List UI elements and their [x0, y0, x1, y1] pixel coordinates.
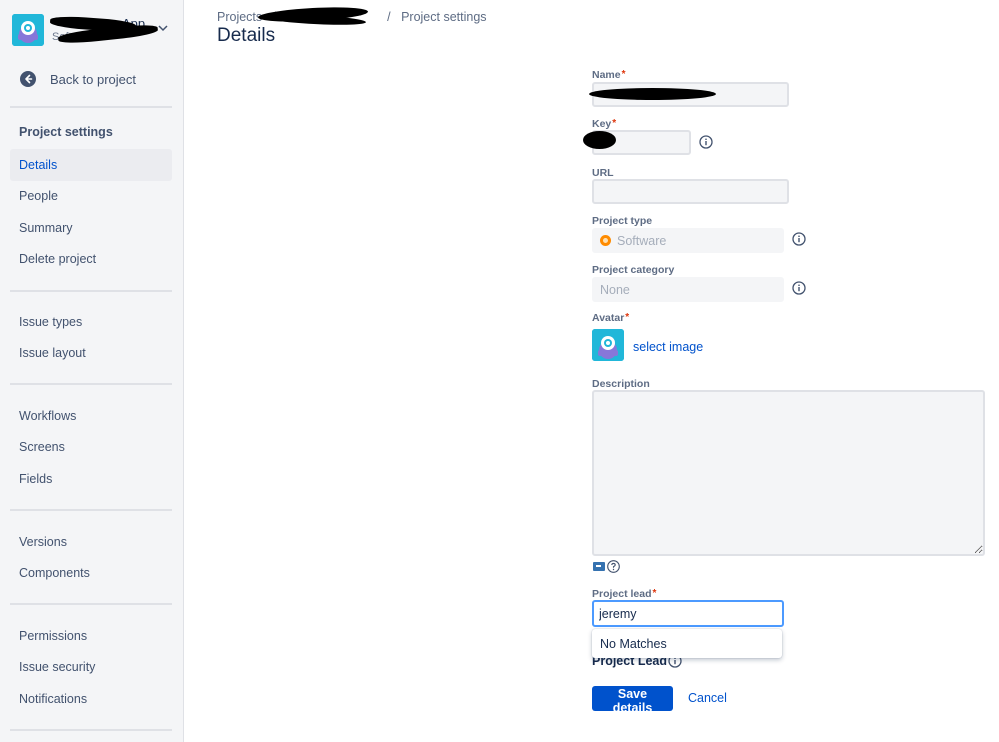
- url-input[interactable]: [592, 179, 789, 204]
- sidebar-item-notifications[interactable]: Notifications: [10, 683, 172, 715]
- key-label: Key*: [592, 118, 616, 130]
- back-to-project-label: Back to project: [50, 71, 136, 87]
- project-lead-label: Project lead*: [592, 588, 656, 600]
- divider: [10, 729, 172, 731]
- key-label-text: Key: [592, 118, 612, 130]
- project-lead-label-text: Project lead: [592, 588, 652, 600]
- project-lead-input[interactable]: [592, 600, 784, 627]
- sidebar-item-people[interactable]: People: [10, 180, 172, 212]
- arrow-left-circle-icon: [20, 71, 36, 87]
- sidebar-item-summary[interactable]: Summary: [10, 212, 172, 244]
- help-icon[interactable]: [607, 560, 620, 573]
- sidebar-item-issue-security[interactable]: Issue security: [10, 651, 172, 683]
- no-matches-text: No Matches: [600, 637, 667, 651]
- project-category-label: Project category: [592, 264, 675, 276]
- save-details-button[interactable]: Save details: [592, 686, 673, 715]
- avatar-label-text: Avatar: [592, 312, 625, 324]
- project-type-label: Project type: [592, 215, 653, 227]
- sidebar-item-versions[interactable]: Versions: [10, 526, 172, 558]
- required-marker: *: [625, 312, 630, 323]
- required-marker: *: [621, 69, 626, 80]
- sidebar-item-issue-types[interactable]: Issue types: [10, 306, 172, 338]
- name-label-text: Name: [592, 69, 621, 81]
- user-picker-dropdown: No Matches: [592, 629, 782, 658]
- divider: [10, 509, 172, 511]
- avatar-label: Avatar*: [592, 312, 629, 324]
- redaction: [583, 131, 616, 149]
- page-title: Details: [217, 25, 276, 46]
- sidebar-item-delete-project[interactable]: Delete project: [10, 243, 172, 275]
- sidebar: App Soft Back to project Project setting…: [0, 0, 184, 742]
- redaction: [589, 88, 716, 100]
- project-category-text: None: [600, 282, 630, 297]
- description-textarea[interactable]: [592, 390, 985, 556]
- info-icon[interactable]: [699, 135, 713, 149]
- project-avatar-icon[interactable]: [592, 329, 624, 361]
- breadcrumb-current: Project settings: [401, 10, 487, 24]
- project-type-text: Software: [617, 233, 667, 248]
- url-label: URL: [592, 167, 614, 179]
- sidebar-item-details[interactable]: Details: [10, 149, 172, 181]
- project-category-value: None: [600, 279, 630, 300]
- required-marker: *: [612, 118, 617, 129]
- info-icon[interactable]: [792, 281, 806, 295]
- cancel-link[interactable]: Cancel: [688, 691, 727, 705]
- name-label: Name*: [592, 69, 626, 81]
- select-image-link[interactable]: select image: [633, 340, 703, 354]
- project-switcher[interactable]: App Soft: [12, 14, 177, 46]
- chevron-down-icon: [158, 25, 168, 32]
- back-to-project-link[interactable]: Back to project: [20, 70, 136, 88]
- sidebar-item-components[interactable]: Components: [10, 557, 172, 589]
- project-type-select: Software: [592, 228, 784, 253]
- divider: [10, 106, 172, 108]
- project-avatar-icon: [12, 14, 44, 46]
- markdown-icon[interactable]: [593, 562, 605, 571]
- project-type-value: Software: [600, 230, 666, 251]
- sidebar-item-fields[interactable]: Fields: [10, 463, 172, 495]
- sidebar-item-permissions[interactable]: Permissions: [10, 620, 172, 652]
- info-icon[interactable]: [792, 232, 806, 246]
- description-label: Description: [592, 378, 650, 390]
- breadcrumb-projects-link[interactable]: Projects: [217, 10, 262, 24]
- project-category-select[interactable]: None: [592, 277, 784, 302]
- software-icon: [600, 235, 611, 246]
- sidebar-item-issue-layout[interactable]: Issue layout: [10, 337, 172, 369]
- sidebar-item-screens[interactable]: Screens: [10, 431, 172, 463]
- required-marker: *: [652, 588, 657, 599]
- divider: [10, 290, 172, 292]
- divider: [10, 603, 172, 605]
- sidebar-heading: Project settings: [19, 125, 113, 139]
- breadcrumb-separator: /: [387, 10, 391, 24]
- sidebar-item-workflows[interactable]: Workflows: [10, 400, 172, 432]
- divider: [10, 383, 172, 385]
